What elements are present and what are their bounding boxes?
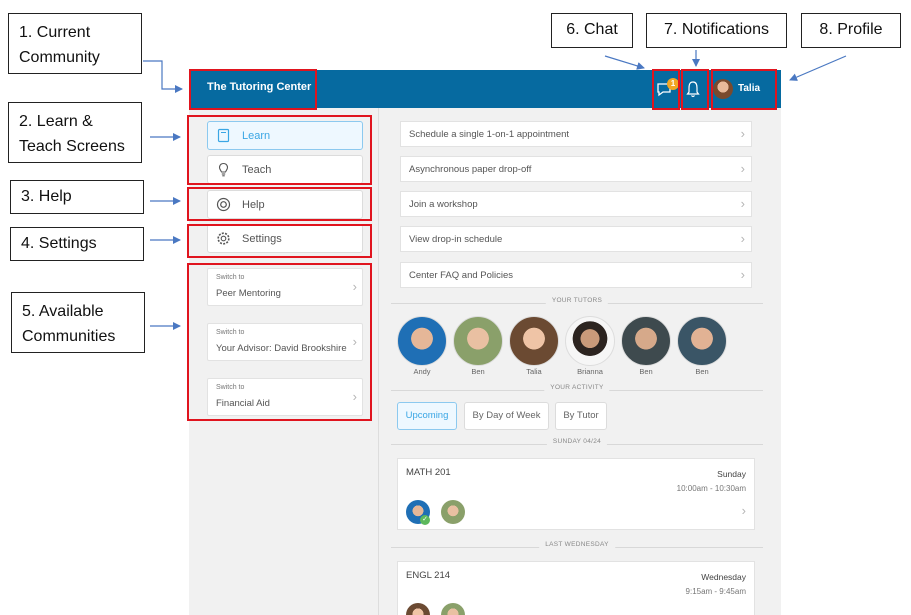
action-dropin-schedule[interactable]: View drop-in schedule › bbox=[400, 226, 752, 252]
participant-avatar bbox=[441, 603, 465, 615]
date-heading: LAST WEDNESDAY bbox=[539, 541, 615, 548]
tutor-card[interactable]: Ben bbox=[677, 316, 727, 384]
session-time: 9:15am - 9:45am bbox=[685, 587, 746, 596]
highlight-current-community bbox=[189, 69, 317, 110]
action-label: View drop-in schedule bbox=[409, 234, 503, 245]
chevron-right-icon: › bbox=[740, 126, 745, 141]
your-activity-heading: YOUR ACTIVITY bbox=[544, 384, 610, 391]
action-schedule-appointment[interactable]: Schedule a single 1-on-1 appointment › bbox=[400, 121, 752, 147]
date-heading: SUNDAY 04/24 bbox=[546, 438, 608, 445]
highlight-learn-teach bbox=[187, 115, 372, 185]
callout-line: 3. Help bbox=[21, 188, 72, 205]
session-time: 10:00am - 10:30am bbox=[676, 484, 746, 493]
chevron-right-icon: › bbox=[740, 231, 745, 246]
chevron-right-icon: › bbox=[740, 161, 745, 176]
filter-by-day-of-week[interactable]: By Day of Week bbox=[464, 402, 549, 430]
tutor-card[interactable]: Talia bbox=[509, 316, 559, 384]
participant-avatar bbox=[441, 500, 465, 524]
tutor-avatar bbox=[621, 316, 671, 366]
tutor-name: Ben bbox=[695, 367, 709, 376]
participant-avatar bbox=[406, 603, 430, 615]
callout-current-community: 1. Current Community bbox=[8, 13, 142, 74]
tutor-card[interactable]: Ben bbox=[453, 316, 503, 384]
action-join-workshop[interactable]: Join a workshop › bbox=[400, 191, 752, 217]
callout-line: 7. Notifications bbox=[664, 21, 769, 38]
callout-notifications: 7. Notifications bbox=[646, 13, 787, 48]
callout-settings: 4. Settings bbox=[10, 227, 144, 261]
callout-line: 8. Profile bbox=[819, 21, 883, 38]
chevron-right-icon: › bbox=[740, 267, 745, 282]
tutor-avatar bbox=[397, 316, 447, 366]
callout-line: Community bbox=[19, 49, 100, 66]
highlight-chat bbox=[652, 69, 680, 110]
callout-learn-teach: 2. Learn & Teach Screens bbox=[8, 102, 142, 163]
chevron-right-icon: › bbox=[741, 503, 746, 518]
highlight-settings bbox=[187, 224, 372, 258]
tutor-card[interactable]: Andy bbox=[397, 316, 447, 384]
callout-line: 1. Current bbox=[19, 24, 91, 41]
action-faq-policies[interactable]: Center FAQ and Policies › bbox=[400, 262, 752, 288]
session-day: Wednesday bbox=[701, 572, 746, 582]
callout-line: Communities bbox=[22, 328, 116, 345]
action-label: Join a workshop bbox=[409, 199, 478, 210]
tutor-avatar bbox=[453, 316, 503, 366]
action-label: Asynchronous paper drop-off bbox=[409, 164, 532, 175]
tutor-avatar bbox=[509, 316, 559, 366]
callout-line: 5. Available bbox=[22, 303, 104, 320]
session-course: ENGL 214 bbox=[406, 570, 451, 581]
highlight-communities bbox=[187, 263, 372, 421]
tutor-name: Ben bbox=[471, 367, 485, 376]
callout-line: 4. Settings bbox=[21, 235, 97, 252]
action-label: Schedule a single 1-on-1 appointment bbox=[409, 129, 570, 140]
callout-line: Teach Screens bbox=[19, 138, 125, 155]
callout-chat: 6. Chat bbox=[551, 13, 633, 48]
callout-line: 6. Chat bbox=[566, 21, 618, 38]
tutor-card[interactable]: Brianna bbox=[565, 316, 615, 384]
session-day: Sunday bbox=[717, 469, 746, 479]
filter-by-tutor[interactable]: By Tutor bbox=[555, 402, 607, 430]
callout-line: 2. Learn & bbox=[19, 113, 93, 130]
tutor-name: Talia bbox=[526, 367, 542, 376]
your-tutors-divider: YOUR TUTORS bbox=[391, 297, 763, 309]
session-course: MATH 201 bbox=[406, 467, 451, 478]
session-card[interactable]: ENGL 214 Wednesday 9:15am - 9:45am bbox=[397, 561, 755, 615]
tutor-name: Andy bbox=[413, 367, 431, 376]
tutor-avatar bbox=[677, 316, 727, 366]
main-content: Schedule a single 1-on-1 appointment › A… bbox=[379, 108, 781, 615]
callout-available-communities: 5. Available Communities bbox=[11, 292, 145, 353]
highlight-notifications bbox=[681, 69, 709, 110]
date-divider-last-wednesday: LAST WEDNESDAY bbox=[391, 541, 763, 553]
filter-upcoming[interactable]: Upcoming bbox=[397, 402, 457, 430]
check-badge-icon: ✓ bbox=[420, 515, 430, 525]
action-label: Center FAQ and Policies bbox=[409, 270, 514, 281]
chevron-right-icon: › bbox=[740, 196, 745, 211]
tutor-name: Ben bbox=[639, 367, 653, 376]
date-divider-sunday: SUNDAY 04/24 bbox=[391, 438, 763, 450]
your-tutors-heading: YOUR TUTORS bbox=[545, 297, 609, 304]
callout-profile: 8. Profile bbox=[801, 13, 901, 48]
highlight-help bbox=[187, 187, 372, 221]
highlight-profile bbox=[711, 69, 777, 110]
session-card[interactable]: MATH 201 Sunday 10:00am - 10:30am ✓ › bbox=[397, 458, 755, 530]
your-activity-divider: YOUR ACTIVITY bbox=[391, 384, 763, 396]
tutor-name: Brianna bbox=[577, 367, 603, 376]
tutor-card[interactable]: Ben bbox=[621, 316, 671, 384]
callout-help: 3. Help bbox=[10, 180, 144, 214]
tutor-avatar bbox=[565, 316, 615, 366]
action-paper-dropoff[interactable]: Asynchronous paper drop-off › bbox=[400, 156, 752, 182]
